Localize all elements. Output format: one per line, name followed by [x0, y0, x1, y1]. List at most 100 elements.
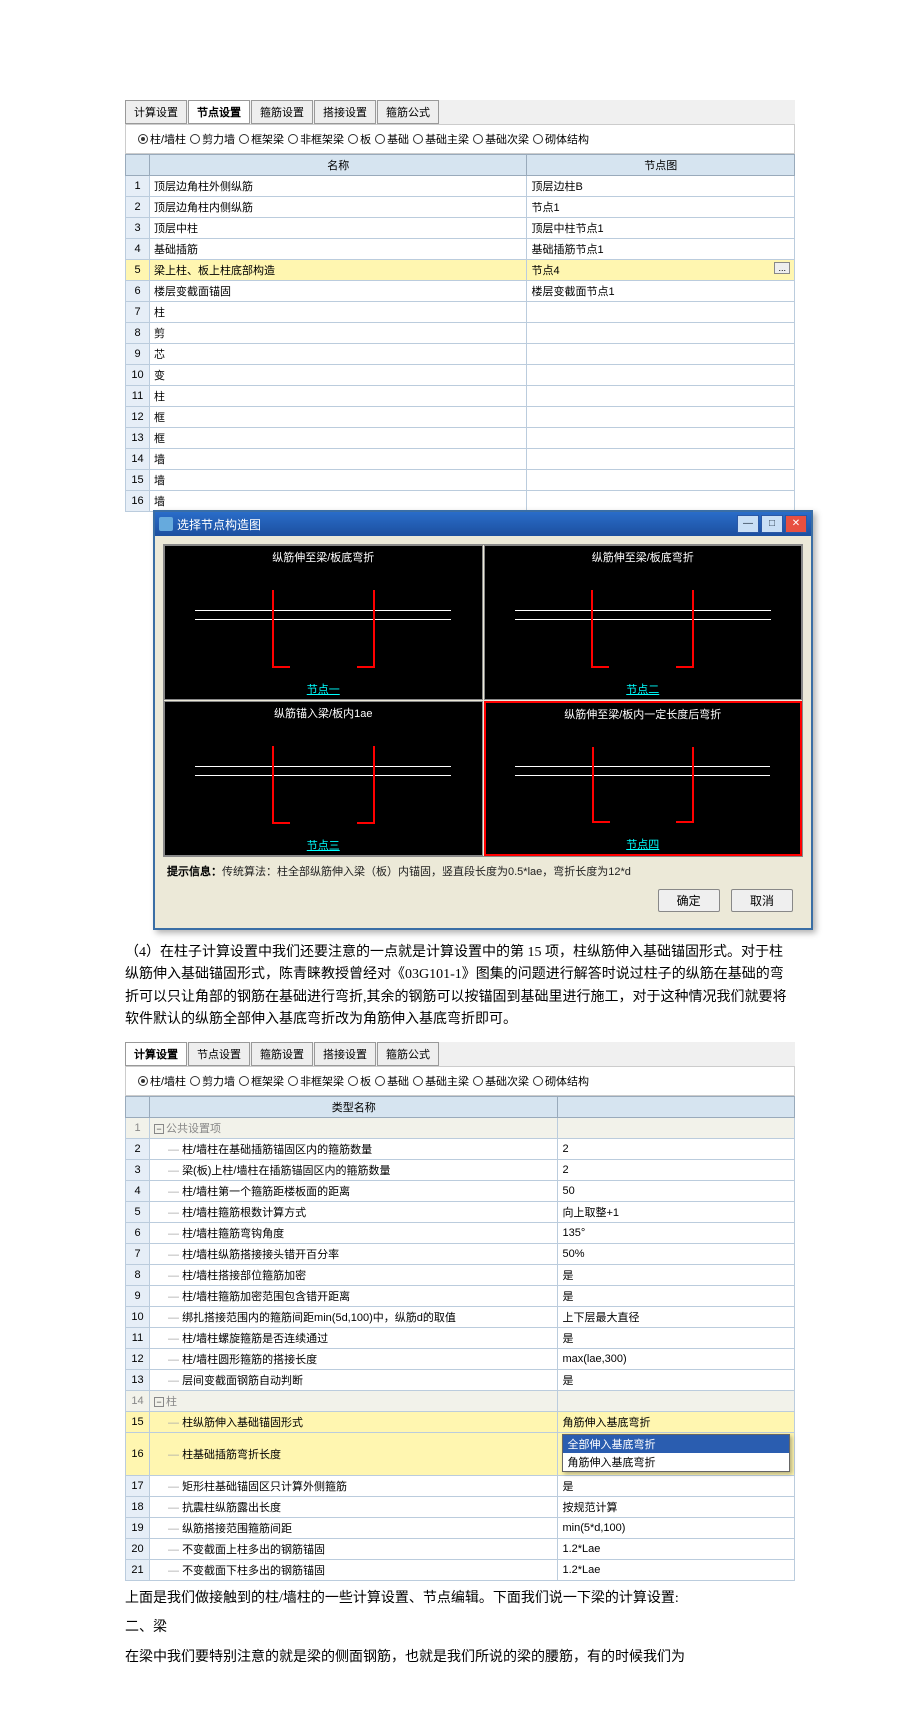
minimize-button[interactable]: — [737, 515, 759, 533]
tab-hoop-2[interactable]: 箍筋设置 [251, 1042, 313, 1066]
setting-value[interactable]: 上下层最大直径 [558, 1306, 795, 1327]
settings-row[interactable]: 20不变截面上柱多出的钢筋锚固1.2*Lae [126, 1538, 795, 1559]
setting-value[interactable]: 是 [558, 1369, 795, 1390]
category-radio-1-0[interactable]: 柱/墙柱 [138, 131, 186, 147]
setting-value[interactable] [558, 1390, 795, 1411]
category-radio-2-7[interactable]: 基础次梁 [473, 1073, 529, 1089]
table-row[interactable]: 14墙 [126, 449, 795, 470]
setting-value[interactable]: 1.2*Lae [558, 1538, 795, 1559]
table-row[interactable]: 11柱 [126, 386, 795, 407]
category-radio-1-5[interactable]: 基础 [375, 131, 409, 147]
settings-row[interactable]: 21不变截面下柱多出的钢筋锚固1.2*Lae [126, 1559, 795, 1580]
settings-row[interactable]: 18抗震柱纵筋露出长度按规范计算 [126, 1496, 795, 1517]
table-row[interactable]: 12框 [126, 407, 795, 428]
table-row[interactable]: 3顶层中柱顶层中柱节点1 [126, 218, 795, 239]
collapse-icon[interactable]: − [154, 1397, 164, 1407]
row-node-value[interactable]: 楼层变截面节点1 [527, 281, 795, 302]
setting-value[interactable]: max(lae,300) [558, 1348, 795, 1369]
settings-row[interactable]: 6柱/墙柱箍筋弯钩角度135° [126, 1222, 795, 1243]
settings-row[interactable]: 17矩形柱基础锚固区只计算外侧箍筋是 [126, 1475, 795, 1496]
settings-row[interactable]: 12柱/墙柱圆形箍筋的搭接长度max(lae,300) [126, 1348, 795, 1369]
table-row[interactable]: 9芯 [126, 344, 795, 365]
tab-node[interactable]: 节点设置 [188, 100, 250, 124]
diagram-option-2[interactable]: 纵筋伸至梁/板底弯折节点二 [484, 545, 803, 700]
close-button[interactable]: ✕ [785, 515, 807, 533]
category-radio-1-4[interactable]: 板 [348, 131, 371, 147]
setting-value[interactable]: 2 [558, 1159, 795, 1180]
row-node-value[interactable] [527, 365, 795, 386]
collapse-icon[interactable]: − [154, 1124, 164, 1134]
table-row[interactable]: 7柱 [126, 302, 795, 323]
settings-row[interactable]: 7柱/墙柱纵筋搭接接头错开百分率50% [126, 1243, 795, 1264]
category-radio-2-0[interactable]: 柱/墙柱 [138, 1073, 186, 1089]
category-radio-2-2[interactable]: 框架梁 [239, 1073, 284, 1089]
setting-value[interactable]: 是 [558, 1285, 795, 1306]
settings-row[interactable]: 19纵筋搭接范围箍筋间距min(5*d,100) [126, 1517, 795, 1538]
row-node-value[interactable]: 基础插筋节点1 [527, 239, 795, 260]
settings-row[interactable]: 2柱/墙柱在基础插筋锚固区内的箍筋数量2 [126, 1138, 795, 1159]
row-node-value[interactable]: 顶层边柱B [527, 176, 795, 197]
category-radio-2-8[interactable]: 砌体结构 [533, 1073, 589, 1089]
category-radio-1-2[interactable]: 框架梁 [239, 131, 284, 147]
settings-row[interactable]: 14−柱 [126, 1390, 795, 1411]
row-node-value[interactable] [527, 344, 795, 365]
table-row[interactable]: 10变 [126, 365, 795, 386]
category-radio-2-1[interactable]: 剪力墙 [190, 1073, 235, 1089]
category-radio-1-3[interactable]: 非框架梁 [288, 131, 344, 147]
row-node-value[interactable]: 顶层中柱节点1 [527, 218, 795, 239]
category-radio-1-1[interactable]: 剪力墙 [190, 131, 235, 147]
table-row[interactable]: 4基础插筋基础插筋节点1 [126, 239, 795, 260]
category-radio-1-7[interactable]: 基础次梁 [473, 131, 529, 147]
setting-value[interactable]: 50% [558, 1243, 795, 1264]
setting-value[interactable]: 角筋伸入基底弯折 [558, 1411, 795, 1432]
table-row[interactable]: 16墙 [126, 491, 795, 512]
settings-row[interactable]: 9柱/墙柱箍筋加密范围包含错开距离是 [126, 1285, 795, 1306]
settings-row[interactable]: 16柱基础插筋弯折长度全部伸入基底弯折角筋伸入基底弯折 [126, 1432, 795, 1475]
category-radio-1-6[interactable]: 基础主梁 [413, 131, 469, 147]
ok-button[interactable]: 确定 [658, 889, 720, 912]
category-radio-2-5[interactable]: 基础 [375, 1073, 409, 1089]
setting-value[interactable]: 按规范计算 [558, 1496, 795, 1517]
row-node-value[interactable] [527, 302, 795, 323]
table-row[interactable]: 2顶层边角柱内侧纵筋节点1 [126, 197, 795, 218]
tab-lap-2[interactable]: 搭接设置 [314, 1042, 376, 1066]
setting-value[interactable]: 是 [558, 1264, 795, 1285]
tab-calc-2[interactable]: 计算设置 [125, 1042, 187, 1066]
settings-row[interactable]: 3梁(板)上柱/墙柱在插筋锚固区内的箍筋数量2 [126, 1159, 795, 1180]
setting-value[interactable]: 全部伸入基底弯折角筋伸入基底弯折 [558, 1432, 795, 1475]
settings-row[interactable]: 1−公共设置项 [126, 1117, 795, 1138]
setting-value[interactable]: 是 [558, 1327, 795, 1348]
dropdown-option[interactable]: 全部伸入基底弯折 [563, 1435, 789, 1453]
settings-row[interactable]: 13层间变截面钢筋自动判断是 [126, 1369, 795, 1390]
table-row[interactable]: 1顶层边角柱外侧纵筋顶层边柱B [126, 176, 795, 197]
tab-hoop[interactable]: 箍筋设置 [251, 100, 313, 124]
diagram-option-1[interactable]: 纵筋伸至梁/板底弯折节点一 [164, 545, 483, 700]
settings-row[interactable]: 15柱纵筋伸入基础锚固形式角筋伸入基底弯折 [126, 1411, 795, 1432]
tab-formula[interactable]: 箍筋公式 [377, 100, 439, 124]
settings-row[interactable]: 8柱/墙柱搭接部位箍筋加密是 [126, 1264, 795, 1285]
row-node-value[interactable] [527, 323, 795, 344]
tab-lap[interactable]: 搭接设置 [314, 100, 376, 124]
settings-row[interactable]: 5柱/墙柱箍筋根数计算方式向上取整+1 [126, 1201, 795, 1222]
row-node-value[interactable]: 节点4... [527, 260, 795, 281]
setting-value[interactable]: 50 [558, 1180, 795, 1201]
diagram-option-3[interactable]: 纵筋锚入梁/板内1ae节点三 [164, 701, 483, 856]
tab-calc[interactable]: 计算设置 [125, 100, 187, 124]
dropdown-option[interactable]: 角筋伸入基底弯折 [563, 1453, 789, 1471]
category-radio-2-6[interactable]: 基础主梁 [413, 1073, 469, 1089]
setting-value[interactable] [558, 1117, 795, 1138]
table-row[interactable]: 5梁上柱、板上柱底部构造节点4... [126, 260, 795, 281]
tab-node-2[interactable]: 节点设置 [188, 1042, 250, 1066]
setting-value[interactable]: 2 [558, 1138, 795, 1159]
settings-row[interactable]: 11柱/墙柱螺旋箍筋是否连续通过是 [126, 1327, 795, 1348]
diagram-option-4[interactable]: 纵筋伸至梁/板内一定长度后弯折节点四 [484, 701, 803, 856]
category-radio-1-8[interactable]: 砌体结构 [533, 131, 589, 147]
cancel-button[interactable]: 取消 [731, 889, 793, 912]
row-node-value[interactable] [527, 449, 795, 470]
setting-value[interactable]: 向上取整+1 [558, 1201, 795, 1222]
row-node-value[interactable] [527, 470, 795, 491]
table-row[interactable]: 13框 [126, 428, 795, 449]
setting-value[interactable]: 是 [558, 1475, 795, 1496]
browse-button[interactable]: ... [774, 262, 790, 274]
row-node-value[interactable] [527, 386, 795, 407]
